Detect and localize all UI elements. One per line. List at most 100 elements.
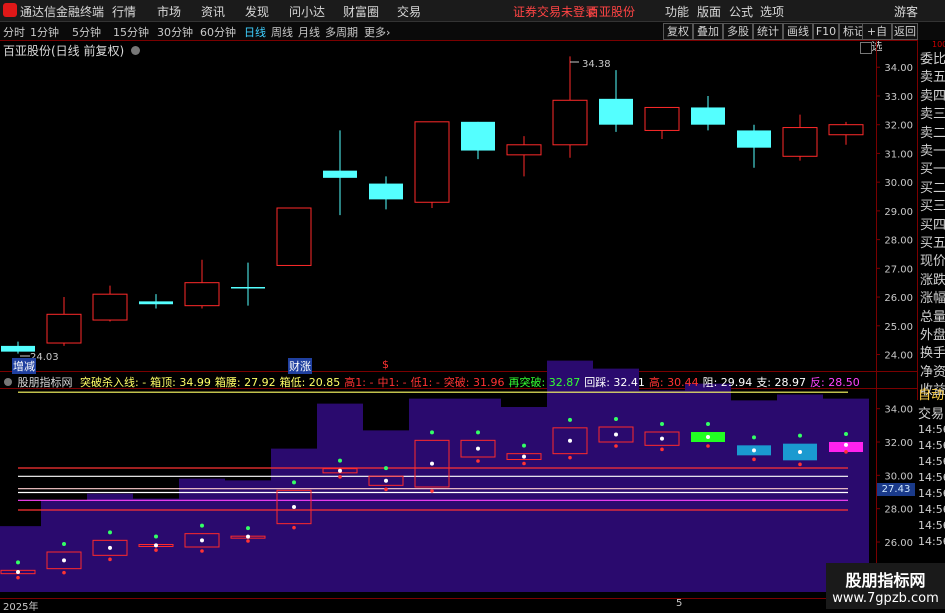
menu-item-wealth[interactable]: 财富圈: [343, 3, 379, 20]
watermark-name: 股朋指标网: [845, 571, 926, 590]
quote-label-5: 卖一: [920, 144, 945, 159]
period-tab-30min[interactable]: 30分钟: [157, 24, 193, 40]
year-label: 2025年: [3, 602, 39, 613]
period-more-label: 更多: [364, 26, 386, 39]
candle-body-8: [369, 183, 403, 200]
indicator-dot-white-2: [108, 545, 112, 550]
quote-label-8: 买三: [920, 199, 945, 215]
auto-label[interactable]: 自动: [918, 384, 945, 403]
menu-item-market[interactable]: 市场: [157, 3, 181, 20]
indicator-name[interactable]: 股朋指标网: [18, 376, 73, 389]
indicator-dot-red-0: [16, 575, 20, 580]
indicator-dot-white-1: [62, 558, 66, 563]
indicator-dot-red-18: [844, 450, 848, 454]
kline-chart[interactable]: 34.00 33.00 32.00 31.00 30.00 29.00 28.00 27.00…: [0, 40, 917, 609]
adjust-button[interactable]: 复权: [663, 23, 693, 40]
candle-body-13: [599, 98, 633, 125]
indicator-dot-red-1: [62, 570, 66, 575]
indicator-values: 突破杀入线: - 箱顶: 34.99 箱腰: 27.92 箱低: 20.85 高1: -…: [76, 376, 860, 389]
maximize-icon[interactable]: [860, 42, 872, 54]
menu-item-function[interactable]: 功能: [665, 3, 689, 20]
indicator-value-3: 箱低: 20.85: [279, 376, 341, 389]
indicator-value-10: 高: 30.44: [648, 376, 699, 389]
indicator-value-7: 突破: 31.96: [443, 376, 505, 389]
menu-item-news[interactable]: 资讯: [201, 3, 225, 20]
event-marker-1[interactable]: 增减: [12, 358, 36, 374]
guest-user[interactable]: 游客: [894, 3, 918, 20]
period-tab-60min[interactable]: 60分钟: [200, 24, 236, 40]
quote-bottom: 自动 交易 14:56 14:56 14:56 14:56 14:56 14:56 14:5…: [918, 384, 945, 550]
quote-panel: 1000 委比卖五卖四卖三卖二卖一买一买二买三买四买五现价涨跌涨幅总量外盘换手净…: [917, 40, 945, 400]
price-tick-label-10: 24.00: [884, 351, 913, 362]
menu-item-discover[interactable]: 发现: [245, 3, 269, 20]
settings-dot-icon[interactable]: [131, 46, 141, 55]
quote-label-6: 买一: [920, 162, 945, 178]
indicator-dot-green-14: [660, 422, 664, 426]
period-tab-daily[interactable]: 日线: [244, 24, 266, 40]
indicator-dot-green-7: [338, 458, 342, 463]
watermark-url: www.7gpzb.com: [832, 591, 939, 606]
indicator-dot-green-9: [430, 430, 434, 435]
indicator-dot-green-6: [292, 480, 296, 485]
login-notice[interactable]: 证券交易未登录: [513, 3, 597, 20]
chevron-right-icon: ›: [386, 26, 391, 39]
indicator-tick-label-0: 34.00: [884, 405, 913, 416]
candle-body-17: [782, 127, 818, 157]
period-tab-more[interactable]: 更多›: [364, 24, 390, 40]
indicator-dot-white-11: [522, 454, 526, 459]
period-tab-15min[interactable]: 15分钟: [113, 24, 149, 40]
indicator-dot-red-13: [614, 444, 618, 448]
indicator-dot-red-12: [568, 455, 572, 460]
indicator-settings-icon[interactable]: [4, 378, 12, 386]
app-logo-icon: [3, 3, 17, 17]
indicator-dot-white-7: [338, 468, 342, 473]
menu-item-formula[interactable]: 公式: [729, 3, 753, 20]
candle-body-10: [461, 121, 495, 151]
period-tab-multi[interactable]: 多周期: [325, 24, 358, 40]
indicator-dot-red-7: [338, 475, 342, 479]
candle-body-15: [691, 107, 725, 125]
trade-time-1: 14:56: [918, 439, 945, 452]
add-watchlist-button[interactable]: +自选: [862, 23, 892, 53]
indicator-dot-green-12: [568, 417, 572, 422]
price-tick-label-1: 33.00: [884, 92, 913, 103]
indicator-dot-green-4: [200, 523, 204, 528]
multi-stock-button[interactable]: 多股: [723, 23, 753, 40]
event-marker-3[interactable]: $: [382, 358, 389, 371]
indicator-dot-white-13: [614, 432, 618, 437]
indicator-dot-white-16: [752, 448, 756, 453]
indicator-dot-red-17: [798, 462, 802, 467]
draw-line-button[interactable]: 画线: [783, 23, 813, 40]
indicator-tick-label-4: 26.00: [884, 538, 913, 549]
menu-item-quotes[interactable]: 行情: [112, 3, 136, 20]
period-tab-1min[interactable]: 1分钟: [30, 24, 59, 40]
overlay-button[interactable]: 叠加: [693, 23, 723, 40]
indicator-value-6: 低1: -: [410, 376, 440, 389]
menu-item-ask[interactable]: 问小达: [289, 3, 325, 20]
indicator-dot-white-5: [246, 534, 250, 539]
period-tab-intraday[interactable]: 分时: [3, 24, 25, 40]
trade-label[interactable]: 交易: [918, 403, 945, 422]
indicator-value-12: 支: 28.97: [756, 376, 807, 389]
chart-title-text: 百亚股份(日线 前复权): [3, 44, 125, 58]
indicator-dot-white-8: [384, 478, 388, 483]
f10-button[interactable]: F10: [813, 23, 839, 40]
quote-label-13: 涨幅: [920, 291, 945, 307]
candle-body-2: [92, 293, 128, 321]
indicator-value-4: 高1: -: [344, 376, 374, 389]
period-tab-weekly[interactable]: 周线: [271, 24, 293, 40]
indicator-dot-green-2: [108, 530, 112, 535]
back-button[interactable]: 返回: [892, 23, 918, 40]
indicator-dot-red-16: [752, 457, 756, 462]
menu-item-trade[interactable]: 交易: [397, 3, 421, 20]
candle-body-16: [737, 130, 771, 148]
menu-item-layout[interactable]: 版面: [697, 3, 721, 20]
indicator-dot-green-15: [706, 422, 710, 426]
period-tab-5min[interactable]: 5分钟: [72, 24, 101, 40]
indicator-dot-red-11: [522, 461, 526, 466]
stats-button[interactable]: 统计: [753, 23, 783, 40]
indicator-dot-white-12: [568, 438, 572, 443]
menu-item-options[interactable]: 选项: [760, 3, 784, 20]
event-marker-2[interactable]: 财涨: [288, 358, 312, 374]
period-tab-monthly[interactable]: 月线: [298, 24, 320, 40]
